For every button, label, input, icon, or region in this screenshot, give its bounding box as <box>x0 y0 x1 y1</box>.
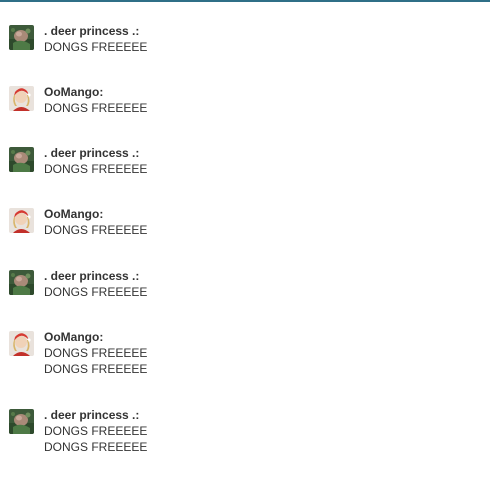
message-username: OoMango: <box>44 330 104 344</box>
message-username: . deer princess .: <box>44 408 140 422</box>
message-username: OoMango: <box>44 85 104 99</box>
message-body: OoMango: DONGS FREEEEE DONGS FREEEEE <box>44 329 464 377</box>
message-username: OoMango: <box>44 207 104 221</box>
message-body: . deer princess .: DONGS FREEEEE <box>44 268 464 300</box>
deer-princess-avatar-icon[interactable] <box>9 25 34 50</box>
message-username: . deer princess .: <box>44 24 140 38</box>
deer-princess-avatar-icon[interactable] <box>9 409 34 434</box>
deer-princess-avatar-icon[interactable] <box>9 147 34 172</box>
oomango-avatar-icon[interactable] <box>9 208 34 233</box>
message-text: DONGS FREEEEE <box>44 101 148 115</box>
message-body: . deer princess .: DONGS FREEEEE <box>44 23 464 55</box>
message-body: OoMango: DONGS FREEEEE <box>44 206 464 238</box>
message-text: DONGS FREEEEE <box>44 40 148 54</box>
oomango-avatar-icon[interactable] <box>9 331 34 356</box>
message-body: . deer princess .: DONGS FREEEEE DONGS F… <box>44 407 464 455</box>
deer-princess-avatar-icon[interactable] <box>9 270 34 295</box>
message-username: . deer princess .: <box>44 146 140 160</box>
message-text: DONGS FREEEEE <box>44 285 148 299</box>
message-text: DONGS FREEEEE <box>44 362 148 376</box>
message-text: DONGS FREEEEE <box>44 424 148 438</box>
oomango-avatar-icon[interactable] <box>9 86 34 111</box>
message-body: OoMango: DONGS FREEEEE <box>44 84 464 116</box>
chat-log: . deer princess .: DONGS FREEEEE OoMango… <box>0 0 490 480</box>
message-text: DONGS FREEEEE <box>44 223 148 237</box>
message-text: DONGS FREEEEE <box>44 162 148 176</box>
message-text: DONGS FREEEEE <box>44 346 148 360</box>
message-body: . deer princess .: DONGS FREEEEE <box>44 145 464 177</box>
message-username: . deer princess .: <box>44 269 140 283</box>
message-text: DONGS FREEEEE <box>44 440 148 454</box>
